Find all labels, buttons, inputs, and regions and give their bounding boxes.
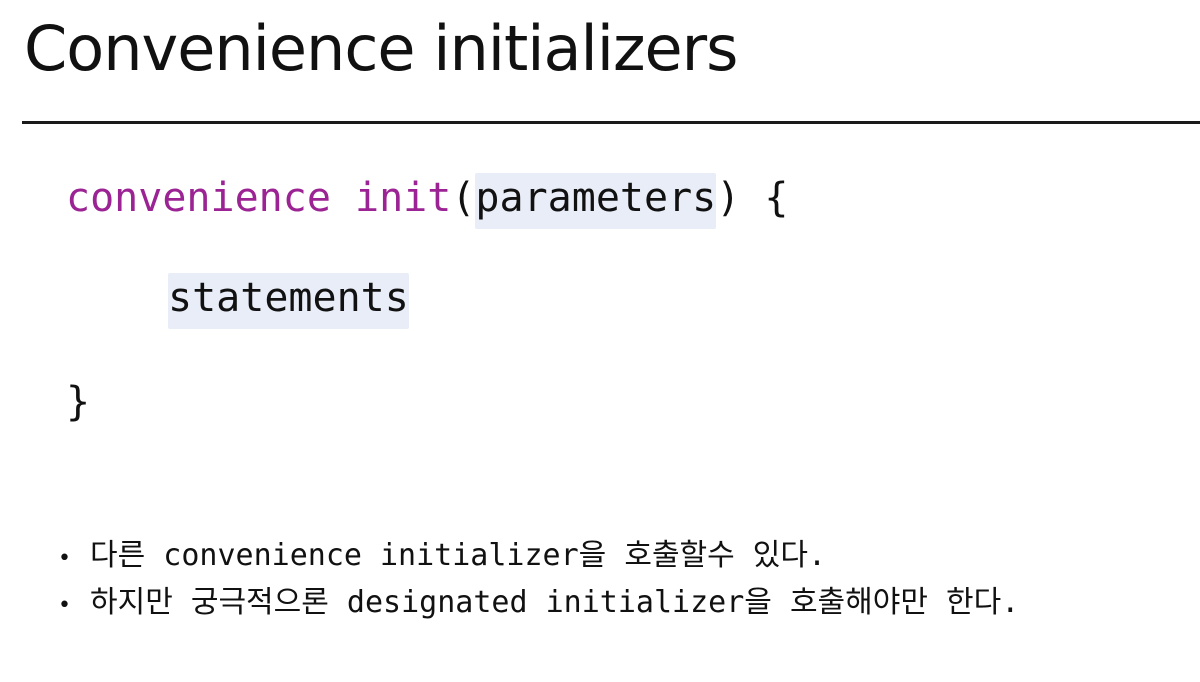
code-line-closing: } bbox=[66, 382, 90, 422]
closing-brace: } bbox=[66, 379, 91, 425]
bullet-icon: • bbox=[58, 546, 71, 571]
code-line-statements: statements bbox=[168, 273, 409, 329]
list-item: • 하지만 궁극적으론 designated initializer을 호출해야만… bbox=[58, 581, 1019, 628]
page-title: Convenience initializers bbox=[24, 12, 738, 85]
title-divider bbox=[22, 121, 1200, 124]
keyword-convenience: convenience bbox=[66, 175, 331, 221]
list-item: • 다른 convenience initializer을 호출할수 있다. bbox=[58, 534, 1019, 581]
code-line-signature: convenience init(parameters) { bbox=[66, 173, 789, 229]
bullet-icon: • bbox=[58, 593, 71, 618]
statements-placeholder: statements bbox=[168, 273, 409, 329]
keyword-init: init bbox=[355, 175, 452, 221]
parameters-placeholder: parameters bbox=[475, 173, 717, 229]
close-paren-brace: ) { bbox=[716, 175, 789, 221]
bullet-text: 다른 convenience initializer을 호출할수 있다. bbox=[90, 538, 827, 573]
open-paren: ( bbox=[451, 175, 476, 221]
bullet-text: 하지만 궁극적으론 designated initializer을 호출해야만 … bbox=[90, 585, 1020, 620]
bullet-list: • 다른 convenience initializer을 호출할수 있다. • 하… bbox=[58, 534, 1019, 628]
